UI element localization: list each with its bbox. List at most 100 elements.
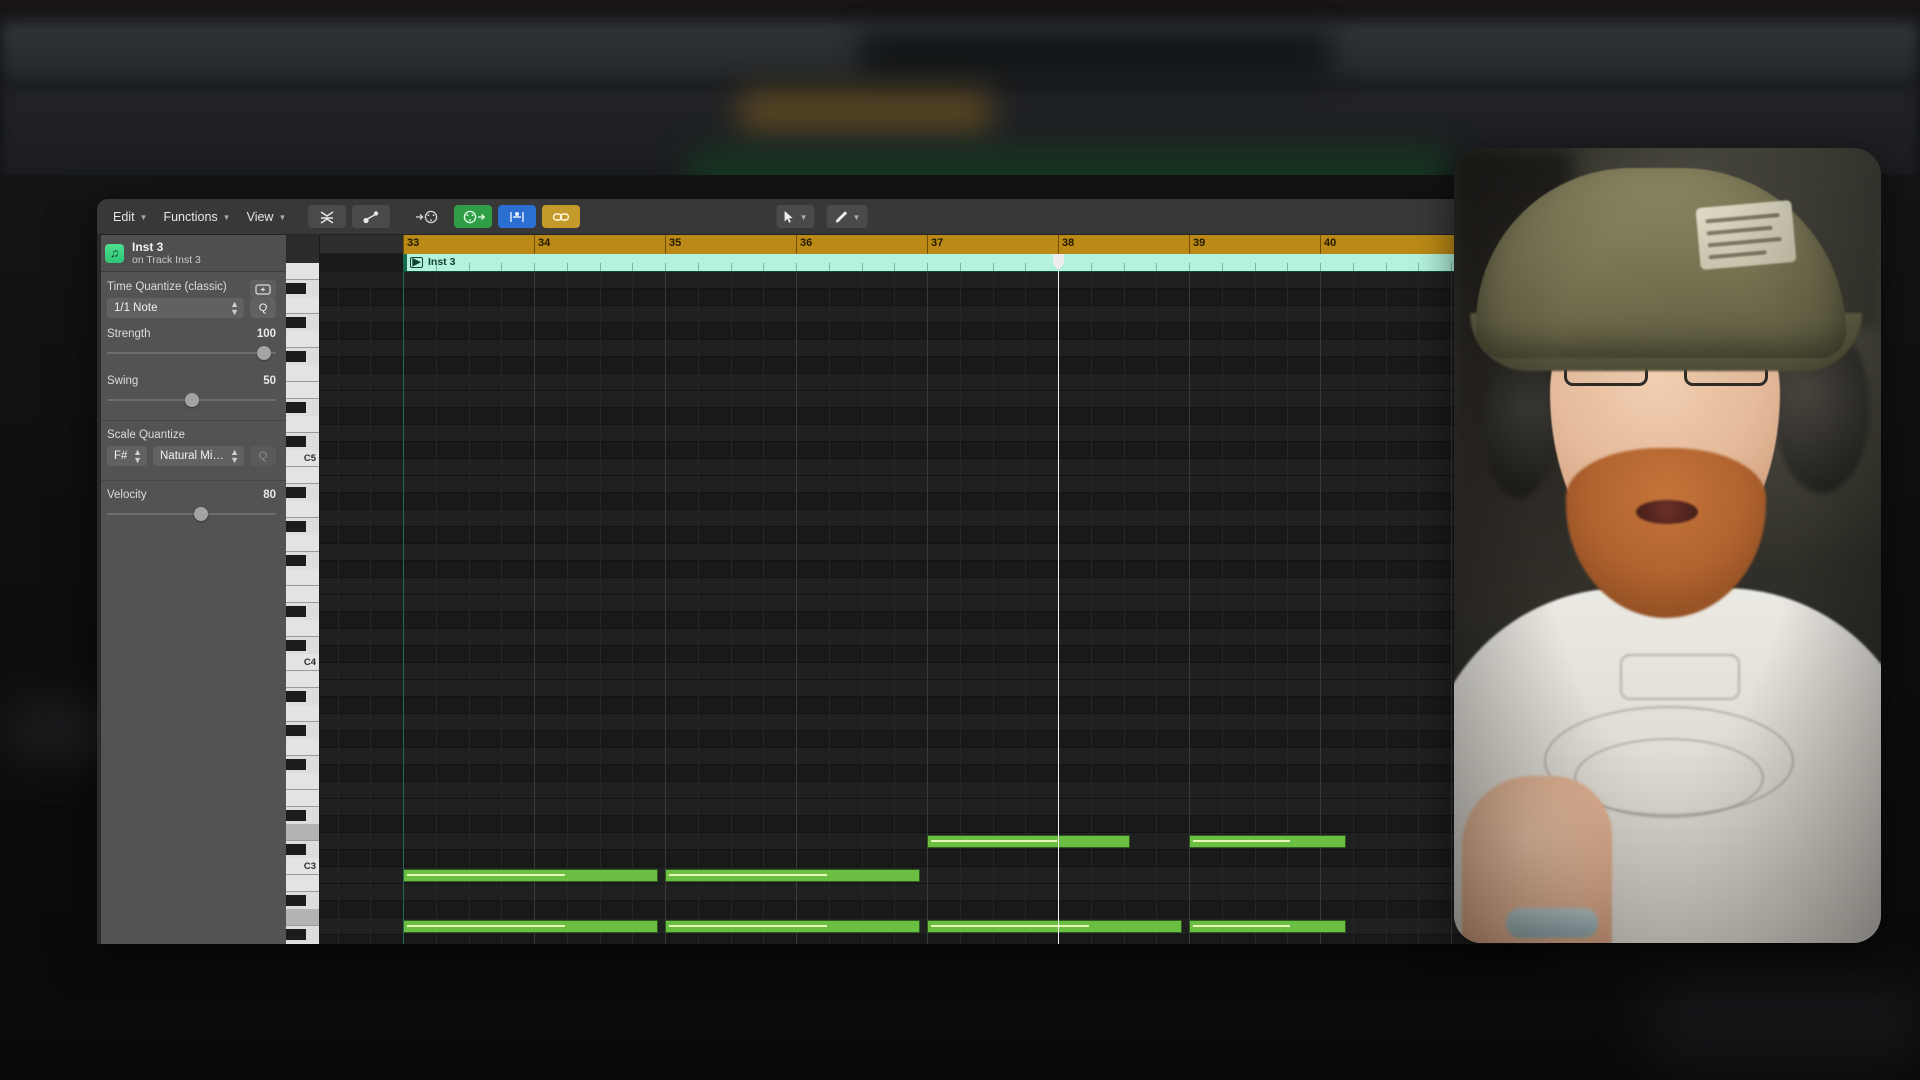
swing-slider[interactable] (107, 392, 276, 408)
grid-row-csharp4[interactable] (320, 646, 1547, 663)
piano-key-d3[interactable] (286, 824, 319, 841)
piano-key-gsharp5[interactable] (286, 317, 306, 328)
piano-key-a3[interactable] (286, 705, 319, 722)
midi-note[interactable] (927, 920, 1183, 933)
piano-key-e3[interactable] (286, 790, 319, 807)
piano-key-csharp4[interactable] (286, 640, 306, 651)
grid-row-fsharp4[interactable] (320, 561, 1547, 578)
view-menu[interactable]: View ▼ (239, 205, 295, 228)
piano-key-f4[interactable] (286, 569, 319, 586)
piano-key-b4[interactable] (286, 467, 319, 484)
grid-row-asharp2[interactable] (320, 901, 1547, 918)
piano-key-b2[interactable] (286, 875, 319, 892)
time-quantize-select[interactable]: 1/1 Note ▲ ▼ (107, 298, 244, 318)
pointer-tool[interactable]: ▼ (776, 205, 815, 228)
piano-key-dsharp4[interactable] (286, 606, 306, 617)
piano-key-a2[interactable] (286, 909, 319, 926)
piano-key-gsharp3[interactable] (286, 725, 306, 736)
piano-key-a4[interactable] (286, 501, 319, 518)
grid-row-dsharp4[interactable] (320, 612, 1547, 629)
midi-note[interactable] (403, 869, 659, 882)
piano-key-e5[interactable] (286, 382, 319, 399)
playhead[interactable] (1058, 254, 1059, 944)
grid-row-f4[interactable] (320, 578, 1547, 595)
piano-key-dsharp5[interactable] (286, 402, 306, 413)
piano-key-asharp4[interactable] (286, 487, 306, 498)
piano-key-dsharp3[interactable] (286, 810, 306, 821)
grid-row-b4[interactable] (320, 476, 1547, 493)
piano-key-c4[interactable] (286, 654, 319, 671)
notes-canvas[interactable] (320, 272, 1547, 944)
piano-key-c5[interactable] (286, 450, 319, 467)
grid-row-asharp5[interactable] (320, 289, 1547, 306)
region-strip[interactable]: ▶Inst 3In (403, 254, 1547, 272)
bar-ruler[interactable]: 33 34 35 36 37 38 39 40 (320, 235, 1547, 254)
scale-quantize-q-button[interactable]: Q (250, 446, 276, 466)
midi-out-icon[interactable] (454, 205, 493, 228)
grid-row-d4[interactable] (320, 629, 1547, 646)
brush-tool-icon[interactable] (498, 205, 537, 228)
note-grid-area[interactable]: 3334353637383940 ▶Inst 3In (320, 235, 1547, 944)
piano-key-fsharp3[interactable] (286, 759, 306, 770)
grid-row-e3[interactable] (320, 799, 1547, 816)
swing-slider-knob[interactable] (184, 393, 199, 407)
time-quantize-q-button[interactable]: Q (250, 298, 276, 318)
piano-key-g3[interactable] (286, 739, 319, 756)
grid-row-csharp3[interactable] (320, 850, 1547, 867)
piano-key-d5[interactable] (286, 416, 319, 433)
grid-row-e5[interactable] (320, 391, 1547, 408)
collapse-notes-icon[interactable] (308, 205, 347, 228)
piano-key-asharp2[interactable] (286, 895, 306, 906)
piano-key-f5[interactable] (286, 365, 319, 382)
grid-row-a5[interactable] (320, 306, 1547, 323)
grid-row-b5[interactable] (320, 272, 1547, 289)
grid-row-dsharp5[interactable] (320, 408, 1547, 425)
piano-key-g5[interactable] (286, 331, 319, 348)
grid-row-asharp4[interactable] (320, 493, 1547, 510)
piano-key-e4[interactable] (286, 586, 319, 603)
functions-menu[interactable]: Functions ▼ (155, 205, 238, 228)
scale-type-select[interactable]: Natural Minor (... ▲▼ (153, 446, 244, 466)
piano-keyboard[interactable]: C5C4C3C2 (286, 235, 320, 944)
piano-key-a5[interactable] (286, 297, 319, 314)
grid-row-gsharp5[interactable] (320, 323, 1547, 340)
grid-row-b3[interactable] (320, 680, 1547, 697)
grid-row-csharp5[interactable] (320, 442, 1547, 459)
grid-row-g5[interactable] (320, 340, 1547, 357)
piano-key-csharp3[interactable] (286, 844, 306, 855)
piano-key-asharp5[interactable] (286, 283, 306, 294)
grid-row-f5[interactable] (320, 374, 1547, 391)
piano-key-asharp3[interactable] (286, 691, 306, 702)
strength-slider-knob[interactable] (257, 346, 272, 360)
velocity-slider[interactable] (107, 506, 276, 522)
grid-row-asharp3[interactable] (320, 697, 1547, 714)
cycle-region[interactable] (403, 235, 1547, 254)
midi-in-icon[interactable] (410, 205, 448, 228)
edit-menu[interactable]: Edit ▼ (105, 205, 155, 228)
piano-key-f3[interactable] (286, 773, 319, 790)
midi-note[interactable] (1189, 920, 1347, 933)
grid-row-gsharp2[interactable] (320, 935, 1547, 944)
piano-key-b3[interactable] (286, 671, 319, 688)
grid-row-g4[interactable] (320, 544, 1547, 561)
velocity-slider-knob[interactable] (193, 507, 208, 521)
grid-row-dsharp3[interactable] (320, 816, 1547, 833)
grid-row-d5[interactable] (320, 425, 1547, 442)
midi-note[interactable] (927, 835, 1131, 848)
grid-row-b2[interactable] (320, 884, 1547, 901)
grid-row-c4[interactable] (320, 663, 1547, 680)
piano-key-gsharp4[interactable] (286, 521, 306, 532)
piano-key-g2[interactable] (286, 943, 319, 944)
grid-row-e4[interactable] (320, 595, 1547, 612)
grid-row-a4[interactable] (320, 510, 1547, 527)
add-region-button[interactable] (250, 280, 276, 298)
piano-key-d4[interactable] (286, 620, 319, 637)
grid-row-a3[interactable] (320, 714, 1547, 731)
grid-row-c5[interactable] (320, 459, 1547, 476)
grid-row-g3[interactable] (320, 748, 1547, 765)
grid-row-fsharp5[interactable] (320, 357, 1547, 374)
midi-note[interactable] (1189, 835, 1347, 848)
piano-key-c3[interactable] (286, 858, 319, 875)
strength-slider[interactable] (107, 345, 276, 361)
piano-key-gsharp2[interactable] (286, 929, 306, 940)
